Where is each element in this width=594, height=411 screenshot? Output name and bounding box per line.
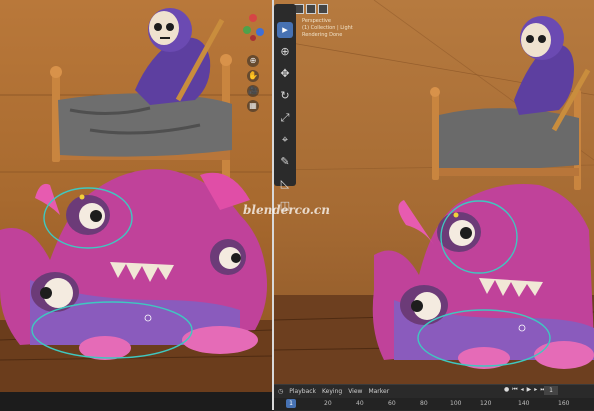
zoom-view-icon[interactable]: ⊕: [247, 55, 259, 67]
viewport-info-overlay: Perspective (1) Collection | Light Rende…: [302, 18, 353, 39]
frame-label: 20: [324, 400, 332, 407]
step-forward-icon[interactable]: ▸: [534, 386, 537, 394]
playback-controls: ● ⏮ ◂ ▶ ▸ ⏭: [504, 386, 546, 394]
scene-render-right: [274, 0, 594, 384]
current-frame-field[interactable]: 1: [544, 386, 558, 395]
step-back-icon[interactable]: ◂: [521, 386, 524, 394]
ortho-toggle-icon[interactable]: ▦: [247, 100, 259, 112]
overlay-view-name: Perspective: [302, 18, 331, 24]
scale-icon[interactable]: ⤢: [277, 110, 293, 126]
timeline-header: ◷ Playback Keying View Marker ● ⏮ ◂ ▶ ▸ …: [274, 385, 594, 397]
overlay-status: Rendering Done: [302, 32, 343, 38]
marker-menu[interactable]: Marker: [368, 388, 389, 395]
overlay-collection: (1) Collection | Light: [302, 25, 353, 31]
frame-label: 60: [388, 400, 396, 407]
render-viewport-left[interactable]: [0, 0, 272, 392]
camera-view-icon[interactable]: 🎥: [247, 85, 259, 97]
playback-menu[interactable]: Playback: [289, 388, 316, 395]
keying-menu[interactable]: Keying: [322, 388, 342, 395]
clock-icon[interactable]: ◷: [278, 388, 283, 395]
frame-label: 140: [518, 400, 530, 407]
timeline-panel[interactable]: ◷ Playback Keying View Marker ● ⏮ ◂ ▶ ▸ …: [274, 384, 594, 411]
frame-label: 40: [356, 400, 364, 407]
left-footer: [0, 392, 272, 410]
pan-view-icon[interactable]: ✋: [247, 70, 259, 82]
cursor-select-icon[interactable]: ▸: [277, 22, 293, 38]
render-viewport-right[interactable]: [274, 0, 594, 384]
jump-start-icon[interactable]: ⏮: [512, 386, 517, 394]
frame-label: 160: [558, 400, 570, 407]
record-icon[interactable]: ●: [504, 386, 509, 394]
scene-render-left: [0, 8, 272, 392]
tool-shelf: ▸ ⊕ ✥ ↻ ⤢ ⌖ ✎ ◺ ◫: [274, 4, 296, 212]
view-menu[interactable]: View: [348, 388, 362, 395]
frame-label: 100: [450, 400, 462, 407]
playhead[interactable]: 1: [286, 399, 296, 408]
annotate-icon[interactable]: ✎: [277, 154, 293, 170]
navigation-gizmo[interactable]: ⊕ ✋ 🎥 ▦: [238, 8, 268, 128]
axis-gizmo-icon[interactable]: [238, 8, 268, 48]
move-icon[interactable]: ✥: [277, 66, 293, 82]
view-menu-icon[interactable]: [306, 4, 316, 14]
frame-label: 120: [480, 400, 492, 407]
timeline-ruler[interactable]: 1 20 40 60 80 100 120 140 160: [274, 398, 594, 410]
rotate-icon[interactable]: ↻: [277, 88, 293, 104]
frame-label: 80: [420, 400, 428, 407]
watermark-text: blenderco.cn: [243, 203, 330, 217]
measure-icon[interactable]: ◺: [277, 176, 293, 192]
cursor-3d-icon[interactable]: ⊕: [277, 44, 293, 60]
object-menu-icon[interactable]: [318, 4, 328, 14]
play-icon[interactable]: ▶: [527, 386, 532, 394]
transform-icon[interactable]: ⌖: [277, 132, 293, 148]
